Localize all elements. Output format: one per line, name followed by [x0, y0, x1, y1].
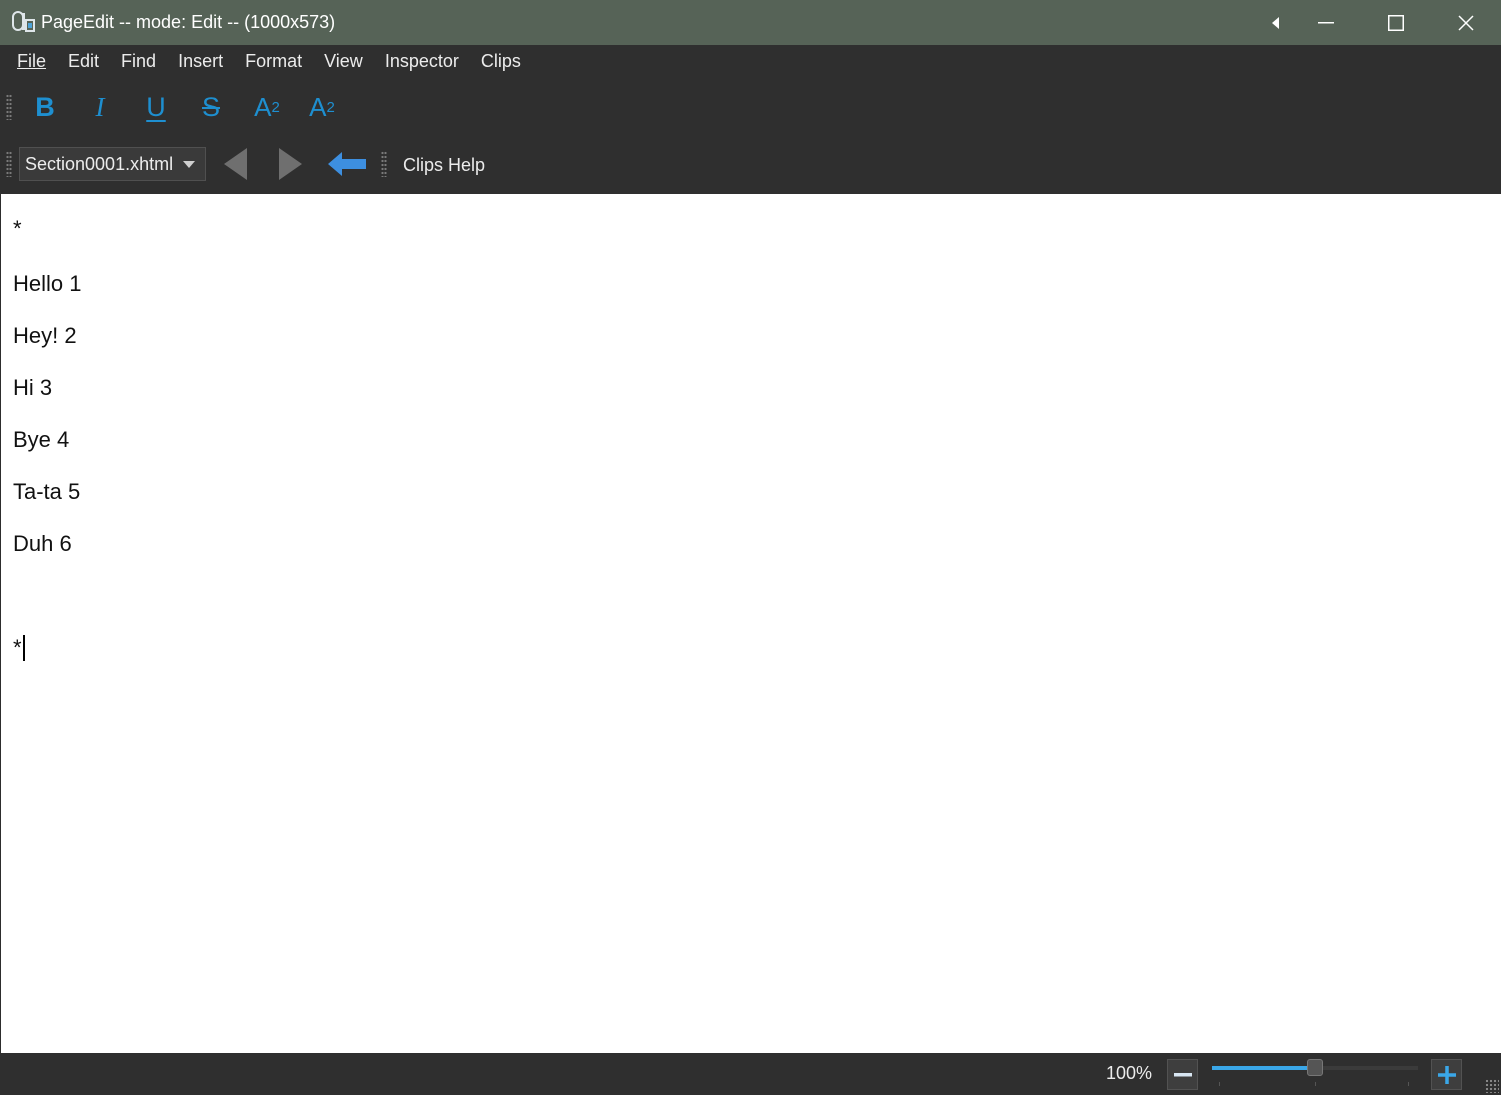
zoom-label: 100%	[1106, 1063, 1153, 1083]
menu-view[interactable]: View	[313, 45, 374, 77]
slider-tick	[1219, 1082, 1220, 1086]
zoom-slider-fill	[1212, 1066, 1315, 1070]
minus-icon[interactable]	[1167, 1059, 1198, 1090]
toolbar-grip[interactable]	[6, 94, 12, 120]
menu-clips[interactable]: Clips	[470, 45, 532, 77]
arrow-left-icon[interactable]	[326, 146, 368, 182]
menu-bar: File Edit Find Insert Format View Inspec…	[0, 45, 1501, 77]
chevron-down-icon	[183, 161, 195, 168]
zoom-slider-handle[interactable]	[1307, 1059, 1323, 1076]
menu-insert[interactable]: Insert	[167, 45, 234, 77]
menu-find[interactable]: Find	[110, 45, 167, 77]
editor-line: Hey! 2	[13, 323, 77, 348]
menu-file[interactable]: File	[6, 45, 57, 77]
editor-line-last: *	[13, 635, 25, 661]
resize-grip[interactable]	[1485, 1079, 1499, 1093]
zoom-slider[interactable]	[1212, 1059, 1418, 1076]
superscript-button[interactable]: A2	[300, 87, 344, 127]
pageedit-app-icon	[12, 11, 35, 32]
status-bar: 100%	[0, 1053, 1501, 1095]
toolbar-grip[interactable]	[381, 151, 387, 177]
italic-button[interactable]: I	[78, 87, 122, 127]
title-bar: PageEdit -- mode: Edit -- (1000x573)	[0, 0, 1501, 45]
menu-format[interactable]: Format	[234, 45, 313, 77]
editor-line: Bye 4	[13, 427, 70, 452]
editor-area[interactable]: * Hello 1 Hey! 2 Hi 3 Bye 4 Ta-ta 5 Duh …	[1, 194, 1501, 1053]
subscript-button[interactable]: A2	[245, 87, 289, 127]
minimize-icon[interactable]	[1296, 0, 1356, 45]
editor-line: *	[13, 216, 22, 241]
menu-inspector[interactable]: Inspector	[374, 45, 470, 77]
maximize-icon[interactable]	[1366, 0, 1426, 45]
format-toolbar: B I U S A2 A2	[0, 77, 1501, 135]
text-cursor	[22, 635, 25, 661]
close-icon[interactable]	[1436, 0, 1496, 45]
triangle-left-icon[interactable]	[218, 146, 254, 182]
clips-help-button[interactable]: Clips Help	[403, 150, 485, 180]
slider-tick	[1408, 1082, 1409, 1086]
triangle-right-icon[interactable]	[272, 146, 308, 182]
editor-line: Hi 3	[13, 375, 53, 400]
editor-line: Ta-ta 5	[13, 479, 81, 504]
window-title: PageEdit -- mode: Edit -- (1000x573)	[41, 12, 336, 32]
file-select[interactable]: Section0001.xhtml	[19, 147, 206, 181]
menu-edit[interactable]: Edit	[57, 45, 110, 77]
plus-icon[interactable]	[1431, 1059, 1462, 1090]
slider-tick	[1315, 1082, 1316, 1086]
file-select-value: Section0001.xhtml	[25, 154, 174, 174]
editor-line: Duh 6	[13, 531, 72, 556]
underline-button[interactable]: U	[134, 87, 178, 127]
toolbar-grip[interactable]	[6, 151, 12, 177]
bold-button[interactable]: B	[23, 87, 67, 127]
strikethrough-button[interactable]: S	[189, 87, 233, 127]
editor-line: Hello 1	[13, 271, 82, 296]
